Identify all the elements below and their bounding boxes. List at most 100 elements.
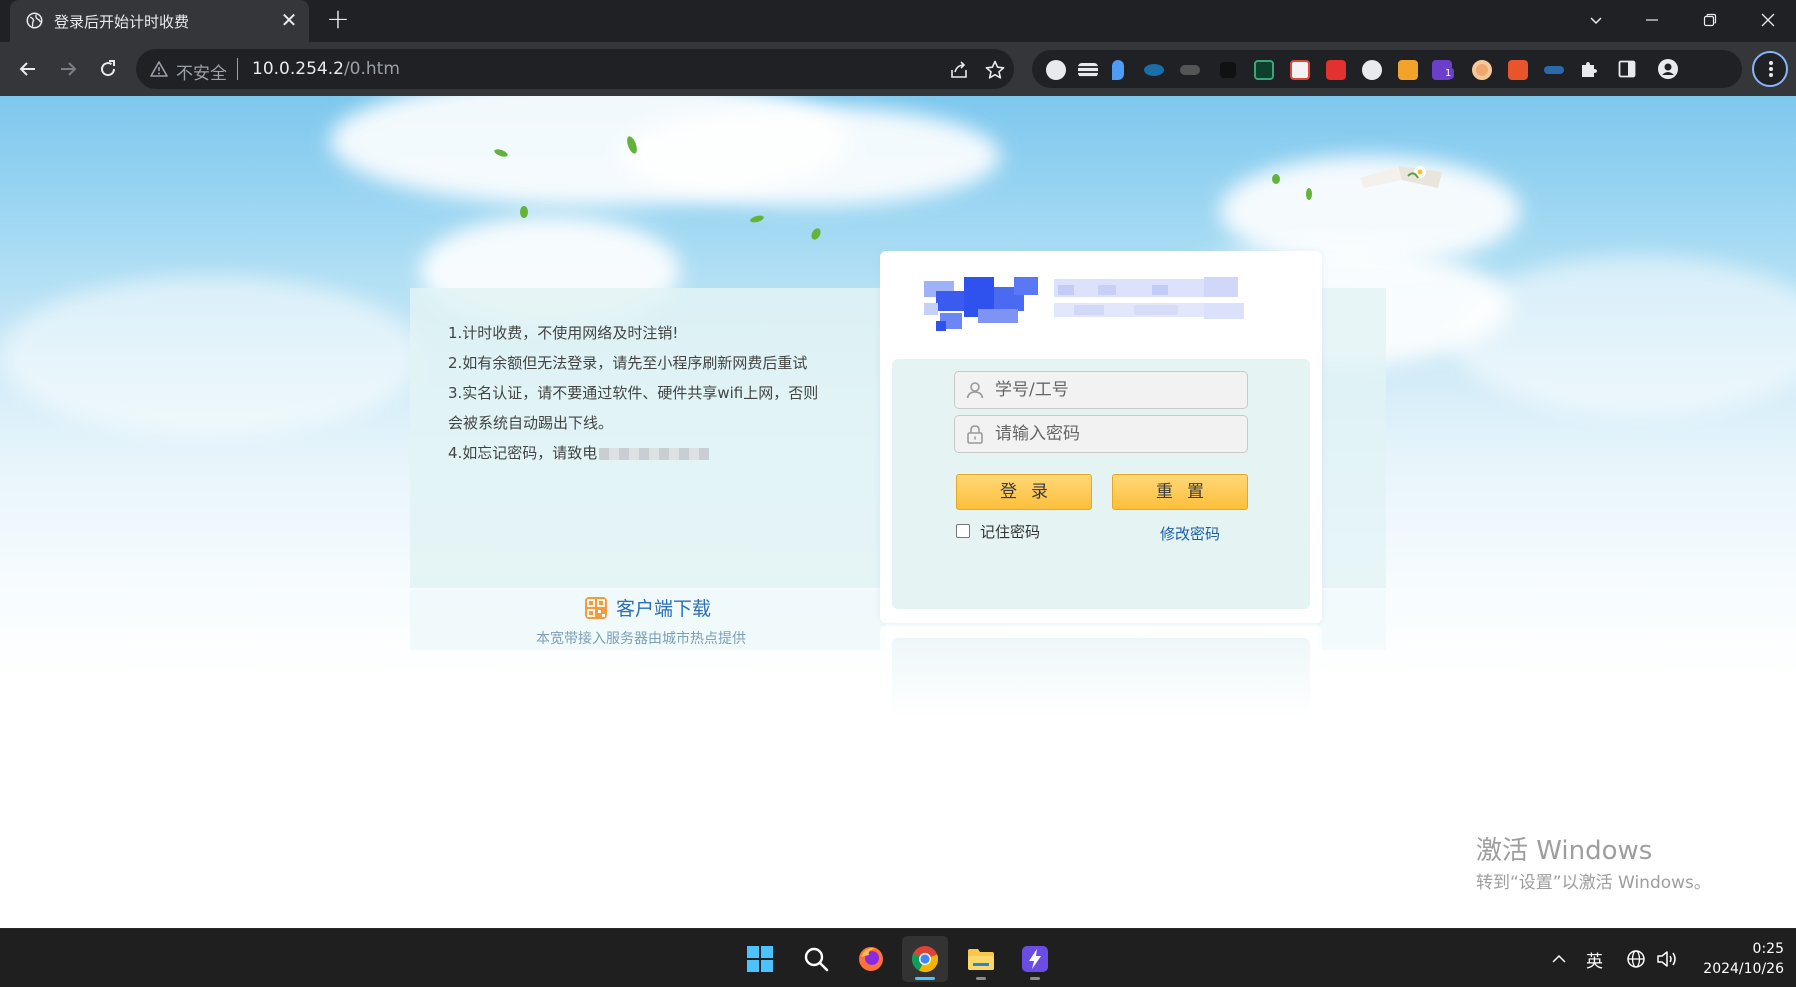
divider [237, 58, 238, 80]
kebab-dot [1769, 61, 1773, 65]
password-field[interactable] [954, 415, 1248, 453]
password-input[interactable] [995, 422, 1235, 446]
secondary-card [880, 626, 1322, 736]
active-indicator [915, 977, 935, 980]
volume-icon[interactable] [1656, 949, 1678, 969]
search-button[interactable] [793, 936, 839, 982]
extension-cloud-icon[interactable] [1362, 60, 1382, 80]
extension-flask-icon[interactable] [1046, 60, 1066, 80]
login-button[interactable]: 登录 [956, 474, 1092, 510]
back-button[interactable] [12, 53, 44, 85]
notice-line-phone: 4.如忘记密码，请致电 [448, 442, 710, 463]
side-panel-icon[interactable] [1618, 60, 1636, 78]
change-password-link[interactable]: 修改密码 [1160, 523, 1220, 544]
tab-title: 登录后开始计时收费 [54, 13, 190, 31]
login-page: 1.计时收费，不使用网络及时注销! 2.如有余额但无法登录，请先至小程序刷新网费… [0, 96, 1796, 928]
remember-password[interactable]: 记住密码 [956, 521, 1040, 542]
remember-label: 记住密码 [980, 523, 1041, 541]
extension-flow-icon[interactable] [1290, 60, 1310, 80]
extension-wave-icon[interactable] [1544, 66, 1564, 74]
extension-h-icon[interactable] [1220, 62, 1236, 78]
extension-hat-icon[interactable] [1180, 65, 1200, 75]
firefox-button[interactable] [848, 936, 894, 982]
menu-button[interactable] [1752, 51, 1788, 87]
remember-checkbox[interactable] [956, 524, 970, 538]
client-download-strip: 客户端下载 本宽带接入服务器由城市热点提供 [410, 590, 886, 650]
tab-search-chevron-icon[interactable] [1568, 0, 1624, 40]
notice-panel: 1.计时收费，不使用网络及时注销! 2.如有余额但无法登录，请先至小程序刷新网费… [410, 288, 886, 588]
extension-slash-icon[interactable] [1508, 60, 1528, 80]
address-bar[interactable]: 不安全 10.0.254.2/0.htm [136, 49, 1014, 89]
url-text[interactable]: 10.0.254.2/0.htm [252, 59, 400, 79]
leaf-decoration [1272, 174, 1280, 184]
tab-strip: 登录后开始计时收费 ✕ + [0, 0, 1796, 42]
extension-badge-count: 1 [1442, 68, 1455, 79]
extension-bars-icon[interactable] [1078, 63, 1098, 77]
extension-eye-icon[interactable] [1144, 64, 1164, 76]
notice-line: 2.如有余额但无法登录，请先至小程序刷新网费后重试 [448, 354, 808, 372]
folder-icon [968, 949, 994, 970]
secondary-card-inner [892, 638, 1310, 718]
extension-dice-icon[interactable] [1326, 60, 1346, 80]
browser-tab[interactable]: 登录后开始计时收费 ✕ [10, 0, 309, 42]
taskbar: 英 0:25 2024/10/26 [0, 928, 1796, 987]
user-icon [966, 382, 984, 399]
kebab-dot [1769, 67, 1773, 71]
redacted-phone [599, 447, 710, 460]
logo-image [924, 277, 1244, 331]
extension-pin-icon[interactable] [1112, 60, 1124, 80]
cloud-decoration [1450, 256, 1796, 416]
network-icon[interactable] [1626, 949, 1646, 969]
extension-ring-icon[interactable] [1472, 60, 1492, 80]
notice-line: 1.计时收费，不使用网络及时注销! [448, 324, 679, 342]
leaf-decoration [1306, 188, 1312, 200]
activation-subtitle: 转到“设置”以激活 Windows。 [1476, 873, 1711, 893]
new-tab-button[interactable]: + [323, 5, 353, 35]
clock-date: 2024/10/26 [1703, 961, 1784, 977]
chevron-up-icon[interactable] [1551, 953, 1567, 965]
security-label[interactable]: 不安全 [176, 59, 227, 84]
notice-line: 3.实名认证，请不要通过软件、硬件共享wifi上网，否则 [448, 384, 819, 402]
star-icon[interactable] [984, 59, 1006, 81]
reload-button[interactable] [92, 53, 124, 85]
file-explorer-button[interactable] [958, 936, 1004, 982]
reset-button[interactable]: 重置 [1112, 474, 1248, 510]
start-button[interactable] [737, 936, 783, 982]
restore-button[interactable] [1682, 0, 1738, 40]
minimize-button[interactable] [1624, 0, 1680, 40]
chrome-button[interactable] [902, 936, 948, 982]
side-panel-strip [1318, 288, 1386, 588]
lightning-app-icon [1022, 946, 1048, 972]
extension-chatgpt-icon[interactable] [1254, 60, 1274, 80]
chrome-icon [911, 946, 939, 973]
running-indicator [976, 977, 986, 980]
globe-icon [26, 12, 43, 29]
share-icon[interactable] [948, 59, 970, 81]
profile-icon[interactable] [1658, 59, 1678, 79]
extension-shield-icon[interactable] [1398, 60, 1418, 80]
lock-icon [967, 425, 983, 444]
extension-badge-icon[interactable]: 1 [1432, 60, 1455, 80]
login-form: 登录 重置 记住密码 修改密码 [892, 359, 1310, 609]
puzzle-icon[interactable] [1578, 59, 1598, 79]
close-window-button[interactable] [1740, 0, 1796, 40]
firefox-icon [859, 947, 883, 971]
qr-code-icon[interactable] [584, 596, 608, 620]
ime-indicator[interactable]: 英 [1586, 947, 1603, 972]
kebab-dot [1769, 73, 1773, 77]
provider-text: 本宽带接入服务器由城市热点提供 [536, 631, 746, 647]
forward-button[interactable] [52, 53, 84, 85]
username-field[interactable] [954, 371, 1248, 409]
client-download-link[interactable]: 客户端下载 [616, 594, 711, 621]
clock[interactable]: 0:25 2024/10/26 [1703, 939, 1784, 979]
close-icon[interactable]: ✕ [277, 9, 301, 33]
extensions-area: 1 [1032, 50, 1742, 88]
running-indicator [1030, 977, 1040, 980]
browser-toolbar: 不安全 10.0.254.2/0.htm 1 [0, 42, 1796, 96]
app-launcher-button[interactable] [1012, 936, 1058, 982]
cloud-decoration [620, 106, 1000, 206]
leaf-decoration [520, 206, 528, 218]
leaf-decoration [749, 214, 765, 224]
username-input[interactable] [995, 378, 1235, 402]
warning-icon[interactable] [150, 60, 168, 78]
